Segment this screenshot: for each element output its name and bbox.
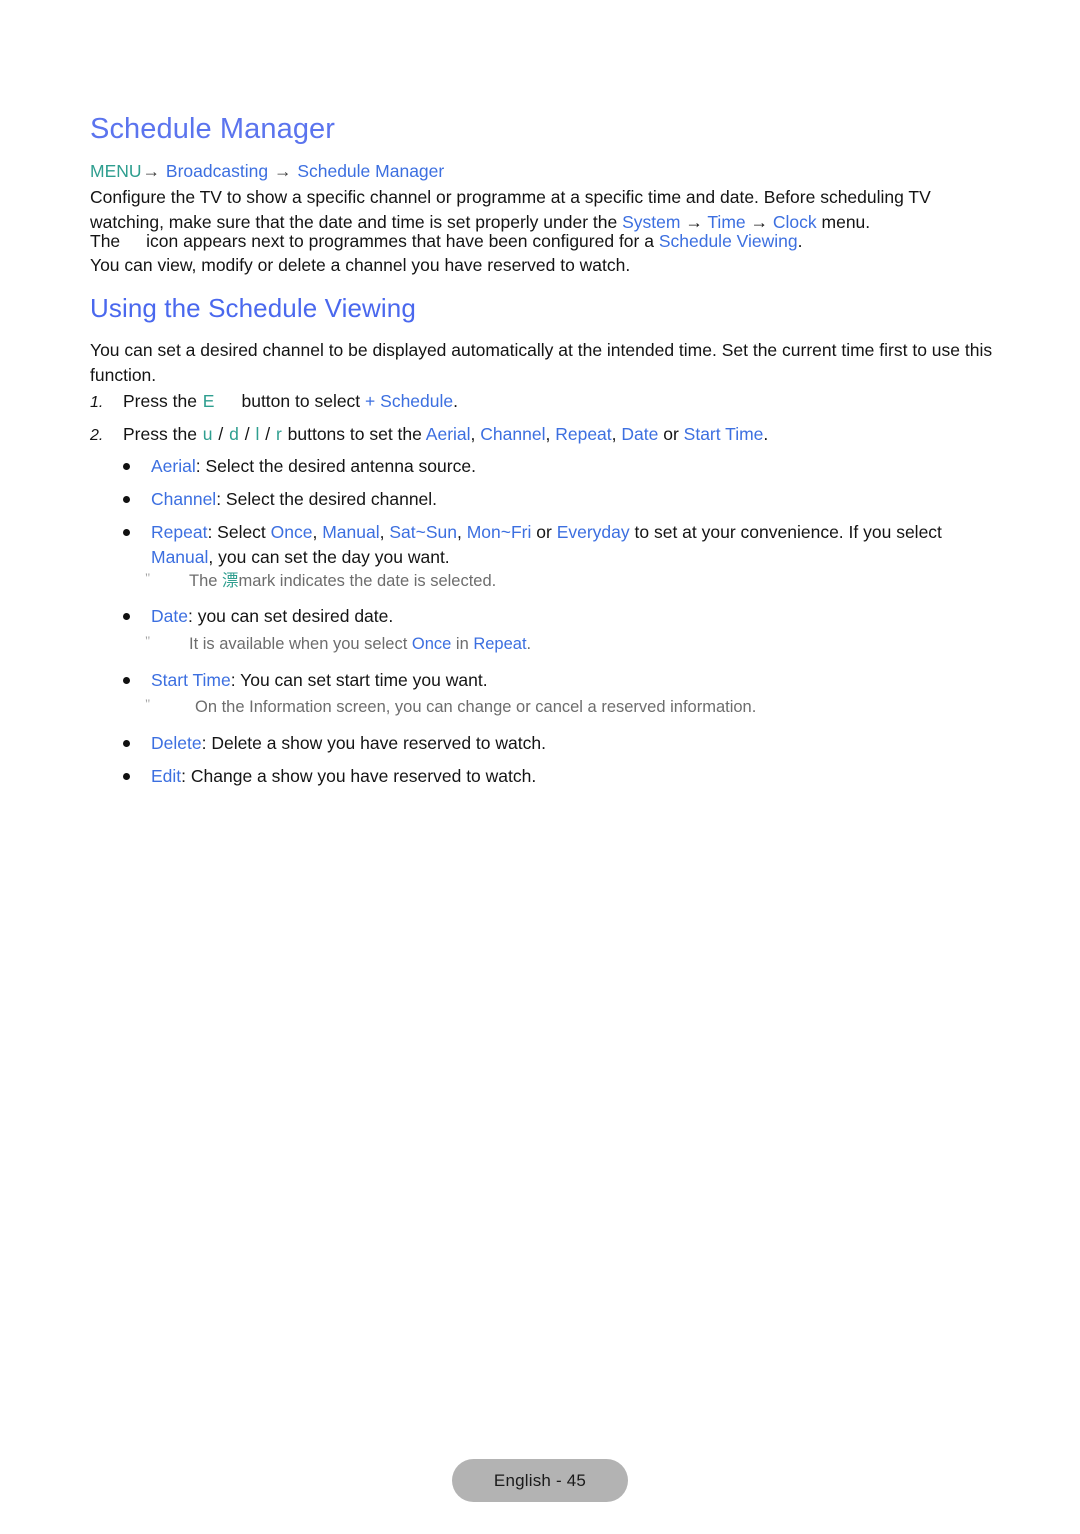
manual-page: Schedule Manager MENU→ Broadcasting → Sc… (0, 0, 1080, 1534)
bullet-date: Date: you can set desired date. (123, 604, 1005, 629)
bullet-channel-label[interactable]: Channel (151, 489, 216, 509)
step-1-text-c: . (453, 391, 459, 411)
option-once[interactable]: Once (271, 522, 313, 542)
repeat-comma-2: , (379, 522, 390, 542)
note-link-once[interactable]: Once (412, 635, 451, 653)
step-2-comma-1: , (470, 424, 481, 444)
bullet-edit-text: : Change a show you have reserved to wat… (181, 766, 537, 786)
note-once-text-a: It is available when you select (189, 635, 412, 653)
note-mark-text-a: The (189, 572, 223, 590)
step-2-number: 2. (90, 427, 104, 444)
step-1-text-a: Press the (123, 391, 202, 411)
breadcrumb: MENU→ Broadcasting → Schedule Manager (90, 160, 444, 182)
bullet-delete: Delete: Delete a show you have reserved … (123, 731, 1005, 756)
option-everyday[interactable]: Everyday (557, 522, 630, 542)
repeat-comma-1: , (312, 522, 323, 542)
icon-note-text-b: icon appears next to programmes that hav… (146, 231, 659, 251)
bullet-delete-text: : Delete a show you have reserved to wat… (201, 733, 546, 753)
bullet-edit: Edit: Change a show you have reserved to… (123, 764, 1005, 789)
repeat-or: or (531, 522, 557, 542)
arrow-right-key-icon: r (275, 424, 282, 444)
plus-icon: + (365, 391, 376, 411)
bullet-aerial-label[interactable]: Aerial (151, 456, 196, 476)
bullet-repeat-text-b: to set at your convenience. If you selec… (629, 522, 942, 542)
note-check-mark: The 漂mark indicates the date is selected… (145, 566, 1000, 593)
page-footer: English - 45 (452, 1459, 628, 1502)
note-once-text-b: in (451, 635, 474, 653)
icon-note-paragraph: The icon appears next to programmes that … (90, 229, 1002, 254)
bullet-delete-label[interactable]: Delete (151, 733, 202, 753)
option-sat-sun[interactable]: Sat~Sun (389, 522, 457, 542)
page-footer-label: English - 45 (493, 1470, 587, 1490)
view-modify-paragraph: You can view, modify or delete a channel… (90, 255, 631, 275)
link-repeat[interactable]: Repeat (555, 424, 611, 444)
bullet-channel-text: : Select the desired channel. (216, 489, 438, 509)
bullet-edit-label[interactable]: Edit (151, 766, 181, 786)
step-2-comma-2: , (545, 424, 556, 444)
bullet-start-time: Start Time: You can set start time you w… (123, 668, 1005, 693)
repeat-comma-3: , (457, 522, 467, 542)
bullet-aerial-text: : Select the desired antenna source. (195, 456, 476, 476)
bullet-repeat-text-a: : Select (207, 522, 271, 542)
icon-note-text-c: . (797, 231, 803, 251)
link-date[interactable]: Date (621, 424, 658, 444)
bullet-repeat: Repeat: Select Once, Manual, Sat~Sun, Mo… (123, 520, 1005, 569)
bullet-repeat-label[interactable]: Repeat (151, 522, 207, 542)
breadcrumb-item-broadcasting[interactable]: Broadcasting (166, 161, 268, 181)
using-paragraph: You can set a desired channel to be disp… (90, 340, 993, 385)
step-2-or: or (658, 424, 684, 444)
bullet-aerial: Aerial: Select the desired antenna sourc… (123, 454, 1005, 479)
breadcrumb-arrow-2: → (273, 161, 292, 181)
option-manual-2[interactable]: Manual (151, 547, 208, 567)
bullet-date-text: : you can set desired date. (187, 606, 394, 626)
arrow-up-key-icon: u (202, 424, 213, 444)
arrow-down-key-icon: d (229, 424, 239, 444)
intro-paragraph: Configure the TV to show a specific chan… (90, 185, 1002, 234)
link-aerial[interactable]: Aerial (426, 424, 471, 444)
bullet-channel: Channel: Select the desired channel. (123, 487, 1005, 512)
enter-key-icon: E (202, 391, 215, 411)
step-2-text-a: Press the (123, 424, 202, 444)
note-once-text-c: . (526, 635, 532, 653)
option-mon-fri[interactable]: Mon~Fri (467, 522, 532, 542)
note-information-screen: On the Information screen, you can chang… (145, 692, 1000, 719)
step-2-comma-3: , (611, 424, 622, 444)
step-2-text-b: buttons to set the (282, 424, 426, 444)
breadcrumb-item-schedule-manager[interactable]: Schedule Manager (297, 161, 444, 181)
section-title: Using the Schedule Viewing (90, 293, 416, 323)
note-mark-text-b: mark indicates the date is selected. (238, 572, 497, 590)
step-2: 2. Press the u / d / l / r buttons to set… (90, 422, 1002, 449)
note-link-repeat[interactable]: Repeat (473, 635, 526, 653)
bullet-date-label[interactable]: Date (151, 606, 188, 626)
note-once-in-repeat: It is available when you select Once in … (145, 629, 1000, 656)
bullet-start-time-text: : You can set start time you want. (230, 670, 488, 690)
step-1-number: 1. (90, 394, 104, 411)
link-schedule-viewing[interactable]: Schedule Viewing (659, 231, 798, 251)
bullet-start-time-label[interactable]: Start Time (151, 670, 231, 690)
check-mark-icon: 漂 (222, 572, 239, 590)
step-1-text-b: button to select (241, 391, 366, 411)
option-manual[interactable]: Manual (322, 522, 379, 542)
step-2-period: . (763, 424, 769, 444)
step-1: 1. Press the Ebutton to select + Schedule… (90, 389, 1002, 416)
icon-note-text-a: The (90, 231, 121, 251)
page-title: Schedule Manager (90, 113, 336, 145)
link-channel[interactable]: Channel (480, 424, 545, 444)
bullet-repeat-text-c: , you can set the day you want. (208, 546, 450, 567)
step-2-sep-2: / (239, 424, 255, 444)
breadcrumb-menu: MENU (90, 161, 142, 181)
link-schedule[interactable]: Schedule (380, 391, 453, 411)
link-start-time[interactable]: Start Time (684, 424, 764, 444)
step-2-sep-1: / (213, 424, 229, 444)
breadcrumb-arrow-1: → (142, 161, 161, 181)
step-2-sep-3: / (260, 424, 275, 444)
